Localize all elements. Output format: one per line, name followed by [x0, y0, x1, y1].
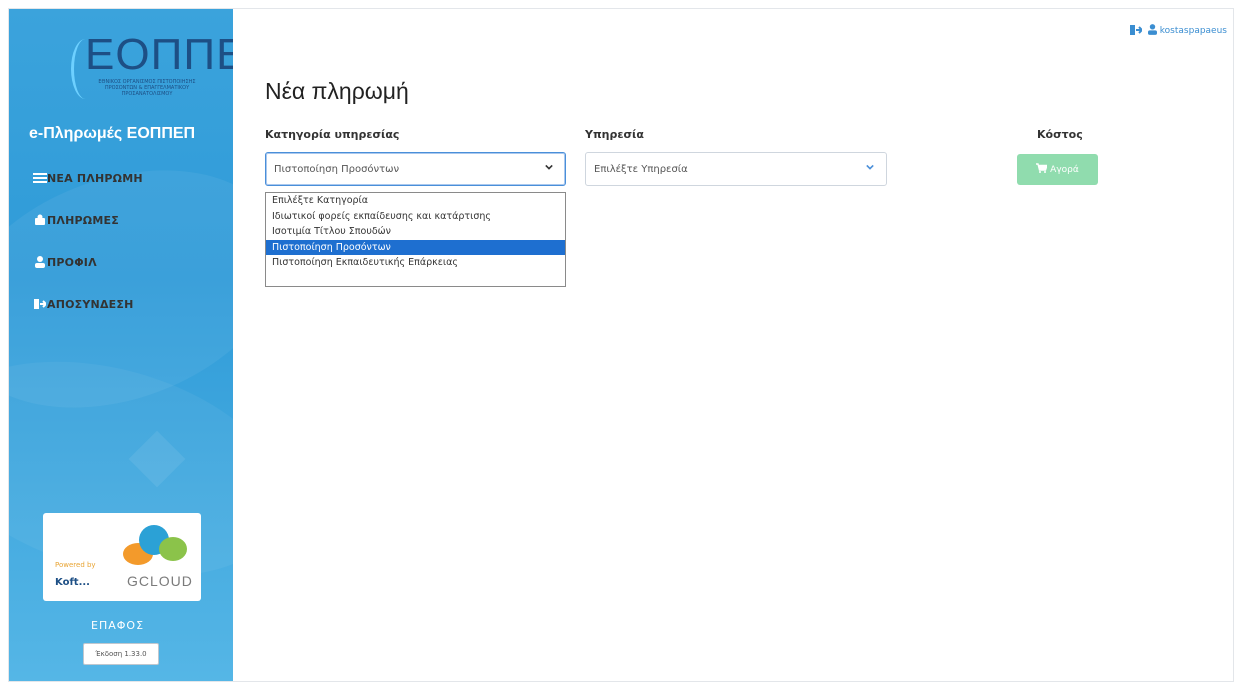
- sidebar-item-payments[interactable]: ΠΛΗΡΩΜΕΣ: [29, 210, 229, 230]
- powered-by-text: Powered by: [55, 561, 96, 569]
- sidebar-item-logout[interactable]: ΑΠΟΣΥΝΔΕΣΗ: [29, 294, 229, 314]
- sidebar-item-label: ΑΠΟΣΥΝΔΕΣΗ: [47, 297, 134, 311]
- cloud-logo-icon: [159, 537, 187, 561]
- user-icon: [1147, 24, 1157, 38]
- sidebar-item-label: ΠΡΟΦΙΛ: [47, 255, 97, 269]
- service-select[interactable]: Επιλέξτε Υπηρεσία: [585, 152, 887, 186]
- category-option-selected[interactable]: Πιστοποίηση Προσόντων: [266, 239, 565, 255]
- category-select[interactable]: Πιστοποίηση Προσόντων: [265, 152, 566, 186]
- category-option[interactable]: Ιδιωτικοί φορείς εκπαίδευσης και κατάρτι…: [266, 209, 565, 225]
- cost-label: Κόστος: [1037, 128, 1083, 141]
- sidebar-nav: ΝΕΑ ΠΛΗΡΩΜΗ ΠΛΗΡΩΜΕΣ ΠΡΟΦΙΛ ΑΠΟΣΥΝΔΕΣΗ: [29, 168, 229, 336]
- sidebar-item-new-payment[interactable]: ΝΕΑ ΠΛΗΡΩΜΗ: [29, 168, 229, 188]
- app-title: e-Πληρωμές ΕΟΠΠΕΠ: [29, 125, 196, 142]
- page-title: Νέα πληρωμή: [265, 78, 409, 104]
- chevron-down-icon: [545, 164, 553, 170]
- service-select-placeholder: Επιλέξτε Υπηρεσία: [594, 163, 688, 175]
- gcloud-logo: GCLOUD: [127, 573, 193, 589]
- sidebar-item-label: ΠΛΗΡΩΜΕΣ: [47, 213, 119, 227]
- service-label: Υπηρεσία: [585, 128, 644, 141]
- version-badge: Έκδοση 1.33.0: [83, 643, 159, 665]
- chevron-down-icon: [866, 164, 874, 170]
- cart-icon: [1036, 163, 1049, 176]
- category-option[interactable]: Επιλέξτε Κατηγορία: [266, 193, 565, 209]
- category-select-value: Πιστοποίηση Προσόντων: [274, 163, 400, 175]
- buy-button-label: Αγορά: [1050, 164, 1079, 175]
- logout-icon[interactable]: [1129, 24, 1144, 38]
- category-options-list: Επιλέξτε Κατηγορία Ιδιωτικοί φορείς εκπα…: [265, 192, 566, 287]
- user-bar: kostaspapaeus: [1129, 24, 1227, 38]
- sidebar: ΕΟΠΠΕΠ ΕΘΝΙΚΟΣ ΟΡΓΑΝΙΣΜΟΣ ΠΙΣΤΟΠΟΙΗΣΗΣ Π…: [9, 9, 233, 681]
- logo-subtitle: ΕΘΝΙΚΟΣ ΟΡΓΑΝΙΣΜΟΣ ΠΙΣΤΟΠΟΙΗΣΗΣ ΠΡΟΣΟΝΤΩ…: [98, 79, 196, 97]
- username-link[interactable]: kostaspapaeus: [1160, 26, 1227, 36]
- sidebar-item-profile[interactable]: ΠΡΟΦΙΛ: [29, 252, 229, 272]
- category-option[interactable]: Πιστοποίηση Εκπαιδευτικής Επάρκειας: [266, 255, 565, 271]
- eoppep-logo[interactable]: ΕΟΠΠΕΠ ΕΘΝΙΚΟΣ ΟΡΓΑΝΙΣΜΟΣ ΠΙΣΤΟΠΟΙΗΣΗΣ Π…: [71, 31, 233, 103]
- buy-button[interactable]: Αγορά: [1017, 154, 1098, 185]
- powered-by-box[interactable]: Powered by Koft... GCLOUD: [43, 513, 201, 601]
- category-option[interactable]: Ισοτιμία Τίτλου Σπουδών: [266, 224, 565, 240]
- category-label: Κατηγορία υπηρεσίας: [265, 128, 400, 141]
- enaosis-logo[interactable]: ΕΠΑΦΟΣ: [91, 619, 144, 632]
- logo-text: ΕΟΠΠΕΠ: [85, 30, 233, 79]
- sidebar-item-label: ΝΕΑ ΠΛΗΡΩΜΗ: [47, 171, 143, 185]
- partner-logo: Koft...: [55, 577, 90, 588]
